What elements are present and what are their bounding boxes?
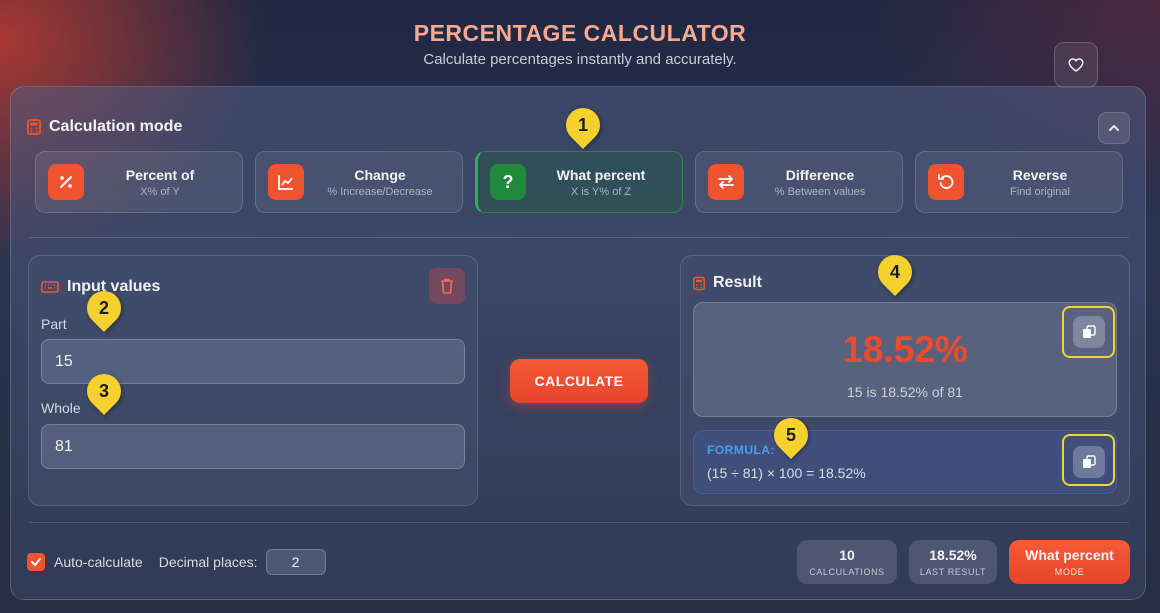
formula-text: (15 ÷ 81) × 100 = 18.52% — [707, 465, 866, 481]
mode-label: What percent — [556, 166, 646, 183]
divider — [29, 237, 1129, 238]
annotation-marker: 4 — [870, 247, 920, 297]
mode-reverse[interactable]: Reverse Find original — [915, 151, 1123, 213]
calculator-card: Calculation mode Percent of X% of Y Chan… — [10, 86, 1146, 600]
result-heading: Result — [693, 274, 762, 292]
part-label: Part — [41, 316, 67, 332]
stat-value: 10 — [839, 547, 855, 563]
marker-number: 2 — [98, 297, 109, 318]
heart-icon — [1068, 58, 1084, 72]
marker-number: 3 — [98, 380, 109, 401]
annotation-marker: 1 — [558, 100, 608, 150]
stat-value: 18.52% — [929, 547, 977, 563]
stat-last-result: 18.52% LAST RESULT — [909, 540, 997, 584]
chevron-up-icon — [1109, 125, 1119, 131]
checkmark-icon — [31, 558, 41, 566]
formula-label: FORMULA: — [707, 443, 775, 457]
auto-calculate-label: Auto-calculate — [54, 554, 143, 570]
result-value: 18.52% — [842, 329, 968, 370]
decimal-places-input[interactable] — [265, 549, 326, 575]
marker-number: 1 — [577, 114, 588, 135]
decimal-places-label: Decimal places: — [158, 554, 258, 570]
formula-display: FORMULA: (15 ÷ 81) × 100 = 18.52% — [693, 430, 1117, 494]
mode-change[interactable]: Change % Increase/Decrease — [255, 151, 463, 213]
annotation-marker: 5 — [766, 410, 816, 460]
stat-value: What percent — [1025, 547, 1114, 563]
trash-icon — [441, 278, 453, 294]
mode-label: Change — [354, 166, 406, 183]
collapse-button[interactable] — [1098, 112, 1130, 144]
marker-number: 5 — [785, 424, 796, 445]
highlight-box — [1062, 434, 1115, 486]
undo-icon — [928, 164, 964, 200]
mode-difference[interactable]: Difference % Between values — [695, 151, 903, 213]
divider — [29, 522, 1129, 523]
percent-icon — [48, 164, 84, 200]
marker-number: 4 — [889, 261, 900, 282]
mode-sublabel: % Between values — [774, 185, 866, 198]
mode-percent-of[interactable]: Percent of X% of Y — [35, 151, 243, 213]
calculation-mode-heading: Calculation mode — [27, 118, 182, 136]
question-icon: ? — [490, 164, 526, 200]
stat-label: LAST RESULT — [919, 567, 987, 577]
calculate-button[interactable]: CALCULATE — [510, 359, 648, 403]
stat-label: MODE — [1054, 567, 1085, 577]
favorite-button[interactable] — [1054, 42, 1098, 88]
stat-mode: What percent MODE — [1009, 540, 1130, 584]
mode-sublabel: % Increase/Decrease — [327, 185, 433, 198]
mode-sublabel: X is Y% of Z — [570, 185, 632, 198]
mode-sublabel: X% of Y — [140, 185, 180, 198]
auto-calculate-checkbox[interactable] — [27, 553, 45, 571]
result-description: 15 is 18.52% of 81 — [847, 384, 963, 400]
annotation-marker: 3 — [79, 366, 129, 416]
calculator-icon — [693, 276, 705, 290]
mode-label: Reverse — [1012, 166, 1068, 183]
trend-chart-icon — [268, 164, 304, 200]
result-panel: Result 18.52% 15 is 18.52% of 81 FORMULA… — [680, 255, 1130, 506]
mode-label: Percent of — [125, 166, 195, 183]
clear-button[interactable] — [429, 268, 465, 304]
result-display: 18.52% 15 is 18.52% of 81 — [693, 302, 1117, 417]
annotation-marker: 2 — [79, 283, 129, 333]
calculator-icon — [27, 119, 41, 135]
whole-input[interactable] — [41, 424, 465, 469]
footer-settings: Auto-calculate Decimal places: — [27, 549, 326, 575]
app-title: PERCENTAGE CALCULATOR — [413, 20, 747, 46]
highlight-box — [1062, 306, 1115, 358]
result-title: Result — [713, 274, 762, 291]
mode-sublabel: Find original — [1010, 185, 1070, 198]
mode-label: Difference — [785, 166, 855, 183]
stat-calculations: 10 CALCULATIONS — [797, 540, 897, 584]
stat-label: CALCULATIONS — [809, 567, 885, 577]
mode-what-percent[interactable]: ? What percent X is Y% of Z — [475, 151, 683, 213]
app-subtitle: Calculate percentages instantly and accu… — [423, 51, 737, 68]
swap-arrows-icon — [708, 164, 744, 200]
whole-label: Whole — [41, 400, 81, 416]
keyboard-icon — [41, 281, 59, 293]
calculation-mode-title: Calculation mode — [49, 118, 183, 135]
mode-list: Percent of X% of Y Change % Increase/Dec… — [35, 151, 1123, 213]
